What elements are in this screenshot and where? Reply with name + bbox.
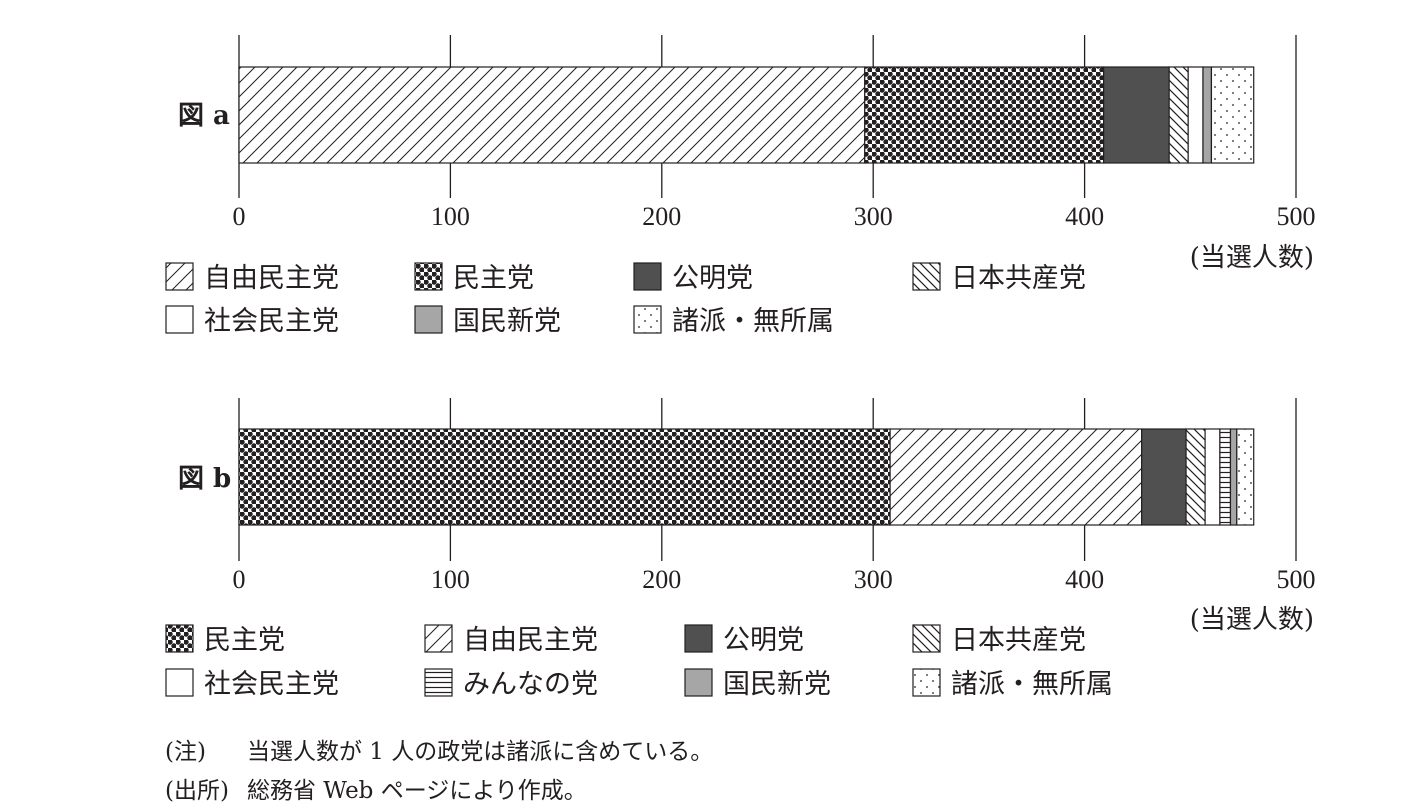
legend-label: 国民新党 <box>723 669 831 700</box>
legend-swatch <box>912 624 941 653</box>
chart-label: 図 b <box>178 464 231 494</box>
legend-label: 自由民主党 <box>463 625 598 656</box>
legend-label: 日本共産党 <box>951 263 1086 294</box>
legend-swatch <box>912 262 941 291</box>
x-tick-label: 100 <box>431 202 470 231</box>
source-label: (出所) <box>165 778 229 804</box>
legend-swatch <box>414 262 443 291</box>
legend-swatch <box>684 624 713 653</box>
bar-segment <box>1202 66 1213 164</box>
source-text: 総務省 Web ページにより作成。 <box>247 778 587 804</box>
legend-label: 公明党 <box>723 625 804 656</box>
legend-label: 社会民主党 <box>204 306 339 337</box>
note-line: (注) 当選人数が 1 人の政党は諸派に含めている。 <box>165 732 713 766</box>
legend-label: 諸派・無所属 <box>951 669 1113 700</box>
legend-swatch <box>424 668 453 697</box>
chart-label: 図 a <box>178 101 230 131</box>
bar-segment <box>1185 428 1206 526</box>
x-tick-label: 400 <box>1065 565 1104 594</box>
bar-segment <box>1141 428 1187 526</box>
legend-label: 日本共産党 <box>951 625 1086 656</box>
bar-segment <box>864 66 1105 164</box>
legend-swatch <box>912 668 941 697</box>
legend-swatch <box>165 305 194 334</box>
legend-swatch <box>633 262 662 291</box>
x-tick-label: 500 <box>1277 202 1316 231</box>
bar-segment <box>1229 428 1238 526</box>
bar-segment <box>1219 428 1232 526</box>
legend-swatch <box>165 668 194 697</box>
note-label: (注) <box>165 739 206 765</box>
bar-segment <box>1168 66 1189 164</box>
legend-label: 国民新党 <box>453 306 561 337</box>
x-tick-label: 300 <box>854 565 893 594</box>
bar-segment <box>1204 428 1221 526</box>
bar-segment <box>1103 66 1170 164</box>
bar-segment <box>238 66 866 164</box>
legend-swatch <box>684 668 713 697</box>
x-tick-label: 200 <box>642 565 681 594</box>
x-tick-label: 0 <box>233 565 246 594</box>
bar-segment <box>1187 66 1204 164</box>
bar-segment <box>1236 428 1255 526</box>
legend-label: みんなの党 <box>463 669 598 700</box>
legend-swatch <box>424 624 453 653</box>
legend-label: 自由民主党 <box>204 263 339 294</box>
chart-canvas: 0 100 200 300 400 500図 a(当選人数)自由民主党 民主党 公明党 日本共産… <box>165 35 1316 700</box>
legend-swatch <box>165 262 194 291</box>
bar-segment <box>238 428 891 526</box>
x-tick-label: 0 <box>233 202 246 231</box>
bar-segment <box>1210 66 1255 164</box>
legend-label: 公明党 <box>672 263 753 294</box>
legend-label: 民主党 <box>453 263 534 294</box>
legend-label: 民主党 <box>204 625 285 656</box>
x-tick-label: 500 <box>1277 565 1316 594</box>
x-tick-label: 200 <box>642 202 681 231</box>
legend-label: 諸派・無所属 <box>672 306 834 337</box>
legend-swatch <box>165 624 194 653</box>
legend-label: 社会民主党 <box>204 669 339 700</box>
x-tick-label: 300 <box>854 202 893 231</box>
source-line: (出所) 総務省 Web ページにより作成。 <box>165 771 587 805</box>
bar-segment <box>889 428 1143 526</box>
legend-swatch <box>633 305 662 334</box>
legend-swatch <box>414 305 443 334</box>
x-tick-label: 100 <box>431 565 470 594</box>
note-text: 当選人数が 1 人の政党は諸派に含めている。 <box>247 739 714 765</box>
x-axis-unit-label: (当選人数) <box>1190 605 1314 635</box>
x-tick-label: 400 <box>1065 202 1104 231</box>
x-axis-unit-label: (当選人数) <box>1190 243 1314 273</box>
